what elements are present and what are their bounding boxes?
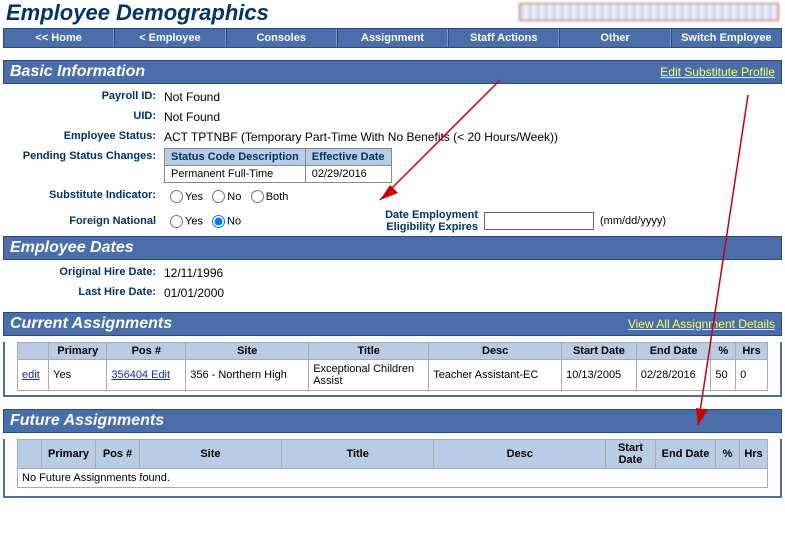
cell-pct: 50	[711, 359, 736, 390]
nav-employee[interactable]: < Employee	[114, 29, 225, 47]
original-hire-label: Original Hire Date:	[8, 264, 164, 278]
col-desc: Desc	[429, 342, 562, 359]
substitute-yes-label: Yes	[185, 191, 203, 203]
pending-status-label: Pending Status Changes:	[8, 148, 164, 162]
section-future-header: Future Assignments	[3, 409, 782, 433]
cell-hrs: 0	[736, 359, 768, 390]
payroll-id-label: Payroll ID:	[8, 88, 164, 102]
view-all-assignment-link[interactable]: View All Assignment Details	[628, 317, 775, 331]
pending-status-th-date: Effective Date	[305, 149, 391, 166]
cell-primary: Yes	[49, 359, 107, 390]
section-basic-title: Basic Information	[10, 63, 145, 81]
section-current-title: Current Assignments	[10, 315, 172, 333]
pos-link[interactable]: 356404 Edit	[111, 369, 170, 381]
nav-other[interactable]: Other	[559, 29, 670, 47]
nav-assignment[interactable]: Assignment	[337, 29, 448, 47]
future-assignments-table: Primary Pos # Site Title Desc Start Date…	[17, 439, 768, 488]
substitute-indicator-label: Substitute Indicator:	[8, 187, 164, 201]
col-pos: Pos #	[107, 342, 186, 359]
fcol-title: Title	[281, 439, 434, 468]
section-current-header: Current Assignments View All Assignment …	[3, 312, 782, 336]
foreign-no-radio[interactable]	[212, 215, 225, 228]
substitute-both-radio[interactable]	[251, 190, 264, 203]
col-hrs: Hrs	[736, 342, 768, 359]
fcol-primary: Primary	[42, 439, 96, 468]
current-header-row: Primary Pos # Site Title Desc Start Date…	[18, 342, 768, 359]
edit-substitute-profile-link[interactable]: Edit Substitute Profile	[660, 65, 775, 79]
col-end: End Date	[636, 342, 711, 359]
fcol-pct: %	[716, 439, 740, 468]
current-assignments-table: Primary Pos # Site Title Desc Start Date…	[17, 342, 768, 391]
table-row: No Future Assignments found.	[18, 468, 768, 487]
pending-status-table: Status Code Description Effective Date P…	[164, 148, 392, 183]
substitute-yes-radio[interactable]	[170, 190, 183, 203]
section-future-title: Future Assignments	[10, 412, 164, 430]
nav-staff-actions[interactable]: Staff Actions	[448, 29, 559, 47]
pending-status-date: 02/29/2016	[305, 166, 391, 183]
nav-switch-employee[interactable]: Switch Employee	[671, 29, 781, 47]
pending-status-th-desc: Status Code Description	[165, 149, 306, 166]
navbar: << Home < Employee Consoles Assignment S…	[3, 28, 782, 48]
section-basic-header: Basic Information Edit Substitute Profil…	[3, 60, 782, 84]
section-dates-title: Employee Dates	[10, 239, 134, 257]
foreign-yes-label: Yes	[185, 215, 203, 227]
fcol-start: Start Date	[606, 439, 656, 468]
header-user-info	[519, 3, 779, 21]
col-primary: Primary	[49, 342, 107, 359]
col-blank	[18, 342, 49, 359]
fcol-site: Site	[140, 439, 282, 468]
pending-status-desc: Permanent Full-Time	[165, 166, 306, 183]
cell-start: 10/13/2005	[562, 359, 637, 390]
nav-consoles[interactable]: Consoles	[226, 29, 337, 47]
employee-status-value: ACT TPTNBF (Temporary Part-Time With No …	[164, 128, 558, 144]
eligibility-label-line1: Date Employment	[385, 209, 478, 221]
future-header-row: Primary Pos # Site Title Desc Start Date…	[18, 439, 768, 468]
foreign-no-label: No	[227, 215, 241, 227]
col-start: Start Date	[562, 342, 637, 359]
future-empty-message: No Future Assignments found.	[18, 468, 768, 487]
fcol-blank	[18, 439, 42, 468]
foreign-yes-radio[interactable]	[170, 215, 183, 228]
eligibility-label-line2: Eligibility Expires	[386, 221, 478, 233]
nav-home[interactable]: << Home	[4, 29, 114, 47]
original-hire-value: 12/11/1996	[164, 264, 223, 280]
edit-row-link[interactable]: edit	[22, 369, 40, 381]
col-site: Site	[186, 342, 309, 359]
cell-desc: Teacher Assistant-EC	[429, 359, 562, 390]
employee-status-label: Employee Status:	[8, 128, 164, 142]
section-dates-header: Employee Dates	[3, 236, 782, 260]
fcol-end: End Date	[656, 439, 716, 468]
substitute-no-radio[interactable]	[212, 190, 225, 203]
col-title: Title	[309, 342, 429, 359]
foreign-national-label: Foreign National	[8, 215, 164, 227]
substitute-no-label: No	[227, 191, 241, 203]
eligibility-hint: (mm/dd/yyyy)	[600, 215, 666, 227]
payroll-id-value: Not Found	[164, 88, 220, 104]
last-hire-value: 01/01/2000	[164, 284, 224, 300]
substitute-both-label: Both	[266, 191, 289, 203]
col-pct: %	[711, 342, 736, 359]
cell-end: 02/28/2016	[636, 359, 711, 390]
eligibility-date-input[interactable]	[484, 212, 594, 230]
cell-site: 356 - Northern High	[186, 359, 309, 390]
fcol-desc: Desc	[434, 439, 606, 468]
cell-title: Exceptional Children Assist	[309, 359, 429, 390]
fcol-hrs: Hrs	[740, 439, 768, 468]
fcol-pos: Pos #	[96, 439, 140, 468]
uid-label: UID:	[8, 108, 164, 122]
uid-value: Not Found	[164, 108, 220, 124]
table-row: edit Yes 356404 Edit 356 - Northern High…	[18, 359, 768, 390]
last-hire-label: Last Hire Date:	[8, 284, 164, 298]
substitute-indicator-group: Yes No Both	[164, 187, 288, 203]
